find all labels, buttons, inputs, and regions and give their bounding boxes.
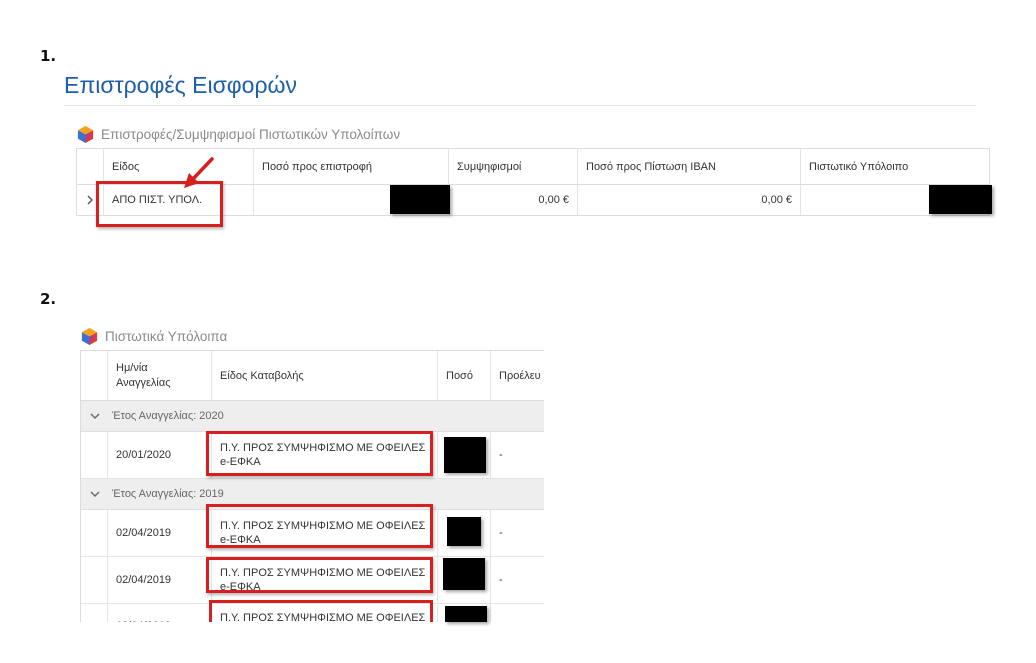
col-header-origin[interactable]: Προέλευ <box>491 351 544 400</box>
row-origin: - <box>499 449 503 461</box>
page-title: Επιστροφές Εισφορών <box>64 72 298 98</box>
col-header-credit-balance[interactable]: Πιστωτικό Υπόλοιπο <box>801 149 987 184</box>
col-header-refund-amount[interactable]: Ποσό προς επιστροφή <box>254 149 449 184</box>
red-arrow-icon <box>184 157 214 188</box>
row-type: ΑΠΟ ΠΙΣΤ. ΥΠΟΛ. <box>104 185 254 215</box>
row-spacer <box>81 557 108 603</box>
redaction-amount-2 <box>447 517 481 546</box>
colorful-cube-icon <box>81 327 98 346</box>
header-spacer <box>81 351 108 400</box>
row-origin: - <box>499 574 503 586</box>
row-date: 20/01/2020 <box>108 432 212 478</box>
row-spacer <box>81 432 108 478</box>
row-offsets: 0,00 € <box>449 185 578 215</box>
redaction-amount-4 <box>445 606 487 622</box>
credits-section-title: Πιστωτικά Υπόλοιπα <box>105 329 228 344</box>
col-header-payment-type[interactable]: Είδος Καταβολής <box>212 351 438 400</box>
row-spacer <box>81 510 108 556</box>
row-iban-amount: 0,00 € <box>578 185 801 215</box>
highlight-box-clip <box>209 600 433 622</box>
row-payment-type: Π.Υ. ΠΡΟΣ ΣΥΜΨΗΦΙΣΜΟ ΜΕ ΟΦΕΙΛΕΣ e-ΕΦΚΑ <box>212 557 438 603</box>
refunds-section-header: Επιστροφές/Συμψηφισμοί Πιστωτικών Υπολοί… <box>76 125 400 144</box>
chevron-right-icon[interactable] <box>77 185 104 215</box>
col-header-offsets[interactable]: Συμψηφισμοί <box>449 149 578 184</box>
col-header-iban-amount[interactable]: Ποσό προς Πίστωση IBAN <box>578 149 801 184</box>
row-payment-type: Π.Υ. ΠΡΟΣ ΣΥΜΨΗΦΙΣΜΟ ΜΕ ΟΦΕΙΛΕΣ e-ΕΦΚΑ <box>212 432 438 478</box>
group-row-2020[interactable]: Έτος Αναγγελίας: 2020 <box>81 401 544 432</box>
chevron-down-icon[interactable] <box>81 479 108 509</box>
group-label: Έτος Αναγγελίας: 2020 <box>112 410 224 422</box>
step-number-2: 2. <box>40 290 57 308</box>
colorful-cube-icon <box>77 125 94 144</box>
title-divider <box>64 105 976 106</box>
col-header-amount[interactable]: Ποσό <box>438 351 491 400</box>
group-label: Έτος Αναγγελίας: 2019 <box>112 488 224 500</box>
highlight-box-payment-type-4 <box>209 600 433 622</box>
credits-section-header: Πιστωτικά Υπόλοιπα <box>80 327 227 346</box>
redaction-amount-1 <box>444 437 486 473</box>
redaction-credit-balance <box>929 185 992 214</box>
row-date: 02/04/2019 <box>108 510 212 556</box>
row-origin <box>491 604 544 622</box>
col-header-type[interactable]: Είδος <box>104 149 254 184</box>
redaction-refund-amount <box>390 185 450 214</box>
col-header-date[interactable]: Ημ/νία Αναγγελίας <box>108 351 212 400</box>
chevron-down-icon[interactable] <box>81 401 108 431</box>
refunds-section-title: Επιστροφές/Συμψηφισμοί Πιστωτικών Υπολοί… <box>101 127 401 142</box>
step-number-1: 1. <box>40 47 57 65</box>
row-origin: - <box>499 527 503 539</box>
row-date: 02/04/2019 <box>108 557 212 603</box>
row-payment-type: Π.Υ. ΠΡΟΣ ΣΥΜΨΗΦΙΣΜΟ ΜΕ ΟΦΕΙΛΕΣ e-ΕΦΚΑ <box>212 510 438 556</box>
credits-grid-header: Ημ/νία Αναγγελίας Είδος Καταβολής Ποσό Π… <box>81 351 544 401</box>
redaction-amount-3 <box>443 558 485 590</box>
header-spacer <box>77 149 104 184</box>
row-spacer <box>81 604 108 622</box>
group-row-2019[interactable]: Έτος Αναγγελίας: 2019 <box>81 479 544 510</box>
row-date: 18/04/2019 <box>108 604 212 622</box>
